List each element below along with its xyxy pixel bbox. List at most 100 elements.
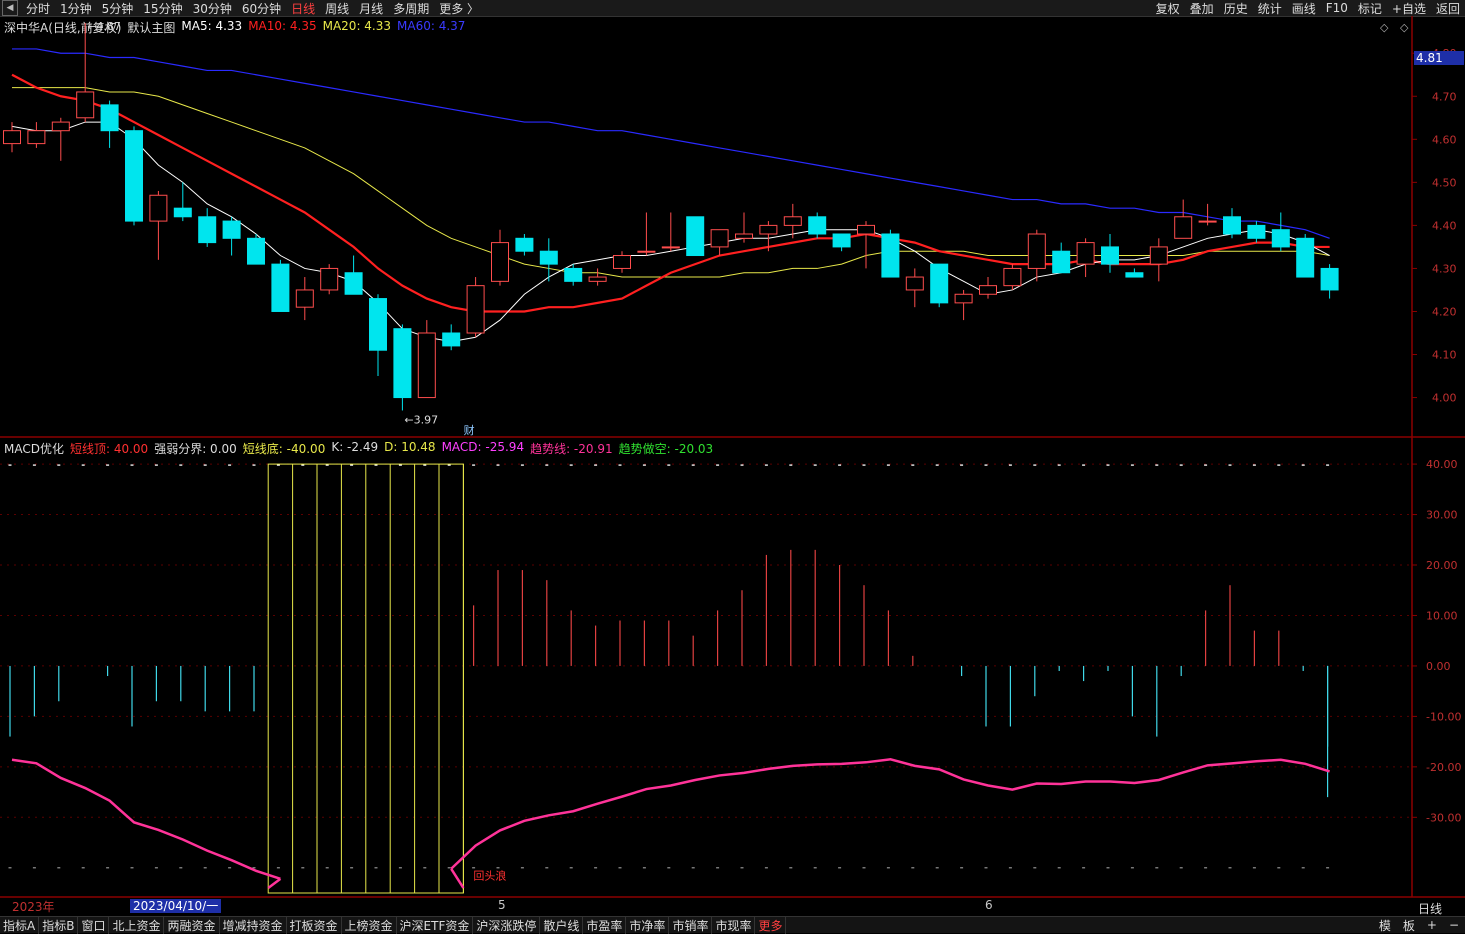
price-tick-label-2: 4.60 — [1432, 133, 1457, 146]
candle-body-23 — [564, 267, 583, 282]
candle-body-3 — [76, 91, 95, 119]
candle-body-43 — [1052, 250, 1071, 274]
indicator-tabs: 指标A 指标B 窗口 北上资金 两融资金 增减持资金 打板资金 上榜资金 沪深ETF资金 沪深涨跌… — [0, 916, 787, 934]
candle-body-10 — [247, 237, 265, 265]
candle-body-47 — [1149, 246, 1168, 265]
cursor-date: 2023/04/10/一 — [130, 899, 222, 913]
macd-tick-label-1: 30.00 — [1426, 509, 1458, 522]
price-tick-label-5: 4.30 — [1432, 262, 1457, 275]
finance-marker: 财 — [464, 423, 475, 437]
candle-body-21 — [515, 237, 534, 252]
window-control-2[interactable]: + — [1421, 918, 1443, 932]
price-tick-label-3: 4.50 — [1432, 176, 1457, 189]
period-label[interactable]: 日线 — [1418, 900, 1442, 917]
price-tick-label-1: 4.70 — [1432, 90, 1457, 103]
window-controls: 模板 + − — [1373, 917, 1465, 933]
candle-body-12 — [295, 289, 314, 308]
candle-body-6 — [149, 194, 168, 222]
candle-body-19 — [466, 285, 485, 334]
candle-body-14 — [344, 272, 363, 295]
indicator-tab-6[interactable]: 打板资金 — [287, 916, 342, 934]
indicator-tab-2[interactable]: 窗口 — [78, 916, 110, 934]
macd-tick-label-4: 0.00 — [1426, 660, 1451, 673]
candle-body-52 — [1271, 229, 1290, 248]
candle-body-39 — [954, 293, 973, 304]
indicator-tab-13[interactable]: 市销率 — [669, 916, 713, 934]
current-price-tag: 4.81 — [1414, 51, 1464, 65]
candle-body-1 — [27, 130, 46, 145]
macd-tick-label-5: -10.00 — [1426, 710, 1461, 723]
candle-body-31 — [759, 224, 778, 235]
indicator-tab-9[interactable]: 沪深涨跌停 — [473, 916, 541, 934]
trend-line-out — [450, 868, 465, 889]
candle-body-5 — [125, 130, 143, 222]
year-label: 2023年 — [12, 900, 55, 914]
kline-chart[interactable]: 4.804.704.604.504.404.304.204.104.00 40.… — [0, 0, 1465, 932]
window-control-0[interactable]: 模 — [1373, 917, 1397, 934]
candle-body-45 — [1101, 246, 1119, 265]
ma60-line — [12, 48, 1330, 239]
indicator-tab-0[interactable]: 指标A — [0, 916, 40, 934]
date-axis: 2023年 2023/04/10/一 5 6 — [0, 898, 1412, 914]
indicator-tab-10[interactable]: 散户线 — [540, 916, 584, 934]
candle-body-11 — [271, 263, 290, 312]
candle-body-25 — [613, 255, 631, 269]
candle-body-35 — [857, 224, 875, 235]
candle-body-53 — [1296, 237, 1315, 278]
trend-line-seg-0 — [11, 758, 281, 881]
window-control-1[interactable]: 板 — [1397, 917, 1421, 934]
candle-body-18 — [442, 332, 461, 347]
macd-tick-label-3: 10.00 — [1426, 609, 1458, 622]
candle-body-17 — [417, 332, 436, 399]
candle-body-49 — [1198, 220, 1217, 223]
indicator-tab-1[interactable]: 指标B — [39, 916, 79, 934]
candle-body-29 — [710, 229, 729, 248]
candle-body-40 — [979, 285, 997, 295]
candle-body-38 — [930, 263, 949, 304]
candle-body-22 — [539, 250, 558, 265]
price-tick-label-7: 4.10 — [1432, 349, 1457, 362]
candle-body-15 — [369, 298, 387, 351]
macd-tick-label-6: -20.00 — [1426, 761, 1461, 774]
candle-body-42 — [1027, 233, 1046, 269]
candle-body-8 — [198, 216, 217, 244]
indicator-tab-3[interactable]: 北上资金 — [109, 916, 165, 934]
candle-body-50 — [1223, 216, 1241, 235]
indicator-tab-12[interactable]: 市净率 — [626, 916, 670, 934]
candle-body-48 — [1174, 216, 1193, 239]
window-control-3[interactable]: − — [1443, 918, 1465, 932]
candle-body-24 — [588, 276, 607, 282]
candle-body-16 — [393, 328, 412, 399]
indicator-tab-11[interactable]: 市盈率 — [583, 916, 627, 934]
candle-body-33 — [808, 216, 827, 235]
indicator-tab-14[interactable]: 市现率 — [712, 916, 756, 934]
macd-tick-label-0: 40.00 — [1426, 458, 1458, 471]
candle-body-41 — [1003, 267, 1022, 287]
indicator-toolbar: 指标A 指标B 窗口 北上资金 两融资金 增减持资金 打板资金 上榜资金 沪深ETF资金 沪深涨跌… — [0, 916, 1465, 934]
candle-body-9 — [222, 220, 241, 239]
candle-body-51 — [1247, 224, 1266, 239]
candle-body-13 — [320, 267, 339, 291]
indicator-tab-15[interactable]: 更多 — [755, 916, 787, 934]
rebound-annotation: 回头浪 — [473, 868, 506, 882]
indicator-tab-5[interactable]: 增减持资金 — [220, 916, 287, 934]
candle-body-20 — [491, 242, 509, 282]
candle-body-44 — [1076, 242, 1095, 265]
candle-body-0 — [3, 130, 21, 145]
price-tick-label-4: 4.40 — [1432, 219, 1457, 232]
candle-body-32 — [783, 216, 802, 226]
price-tick-label-8: 4.00 — [1432, 392, 1457, 405]
indicator-tab-7[interactable]: 上榜资金 — [342, 916, 397, 934]
month-5-label: 5 — [498, 898, 506, 912]
macd-tick-label-2: 20.00 — [1426, 559, 1458, 572]
candle-body-26 — [637, 250, 656, 253]
month-6-label: 6 — [985, 898, 993, 912]
candle-body-7 — [173, 207, 192, 218]
price-tick-label-6: 4.20 — [1432, 305, 1457, 318]
indicator-tab-8[interactable]: 沪深ETF资金 — [397, 916, 474, 934]
indicator-tab-4[interactable]: 两融资金 — [164, 916, 220, 934]
low-price-label: ←3.97 — [404, 413, 438, 426]
candle-body-4 — [100, 104, 119, 132]
trend-line-in — [267, 877, 282, 889]
macd-tick-label-7: -30.00 — [1426, 811, 1461, 824]
